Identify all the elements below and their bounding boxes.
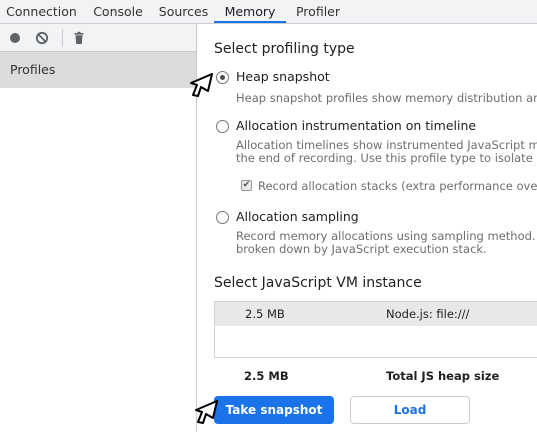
record-icon[interactable] — [7, 30, 23, 46]
total-heap-size-value: 2.5 MB — [244, 369, 289, 383]
pointer-cursor-icon — [190, 73, 213, 97]
tab-memory[interactable]: Memory — [214, 0, 286, 23]
allocation-sampling-label[interactable]: Allocation sampling — [236, 209, 359, 224]
sidebar-toolbar — [0, 24, 196, 52]
record-stacks-checkbox[interactable]: ✔ — [241, 180, 252, 191]
sidebar-item-profiles[interactable]: Profiles — [0, 52, 196, 88]
tab-sources[interactable]: Sources — [153, 0, 214, 23]
toolbar-divider — [62, 29, 63, 47]
vm-instance-heading: Select JavaScript VM instance — [214, 275, 422, 291]
vm-instance-name: Node.js: file:/// — [386, 307, 470, 321]
tab-profiler[interactable]: Profiler — [286, 0, 350, 23]
allocation-timeline-radio[interactable] — [216, 120, 229, 133]
pointer-cursor-icon-secondary — [195, 400, 218, 424]
clear-icon[interactable] — [34, 30, 50, 46]
record-stacks-label[interactable]: Record allocation stacks (extra performa… — [258, 179, 537, 193]
vm-instance-size: 2.5 MB — [245, 307, 285, 321]
allocation-sampling-description-line2: broken down by JavaScript execution stac… — [236, 242, 487, 256]
tab-connection[interactable]: Connection — [0, 0, 83, 23]
heap-snapshot-description: Heap snapshot profiles show memory distr… — [236, 91, 537, 105]
vm-instance-row[interactable]: 2.5 MB Node.js: file:/// — [215, 302, 537, 326]
trash-icon[interactable] — [71, 30, 87, 46]
allocation-timeline-description-line2: the end of recording. Use this profile t… — [236, 151, 537, 165]
panel-tab-bar: Connection Console Sources Memory Profil… — [0, 0, 537, 24]
load-button[interactable]: Load — [350, 396, 470, 424]
allocation-timeline-label[interactable]: Allocation instrumentation on timeline — [236, 118, 476, 133]
allocation-sampling-radio[interactable] — [216, 211, 229, 224]
take-snapshot-button[interactable]: Take snapshot — [214, 396, 334, 424]
tab-console[interactable]: Console — [83, 0, 153, 23]
total-heap-size-label: Total JS heap size — [386, 369, 500, 383]
vm-instance-table: 2.5 MB Node.js: file:/// — [214, 301, 537, 358]
heap-snapshot-label[interactable]: Heap snapshot — [236, 69, 330, 84]
memory-launcher: Select profiling type Heap snapshot Heap… — [197, 24, 537, 432]
profiles-sidebar: Profiles — [0, 24, 197, 432]
profiling-type-heading: Select profiling type — [214, 41, 355, 57]
